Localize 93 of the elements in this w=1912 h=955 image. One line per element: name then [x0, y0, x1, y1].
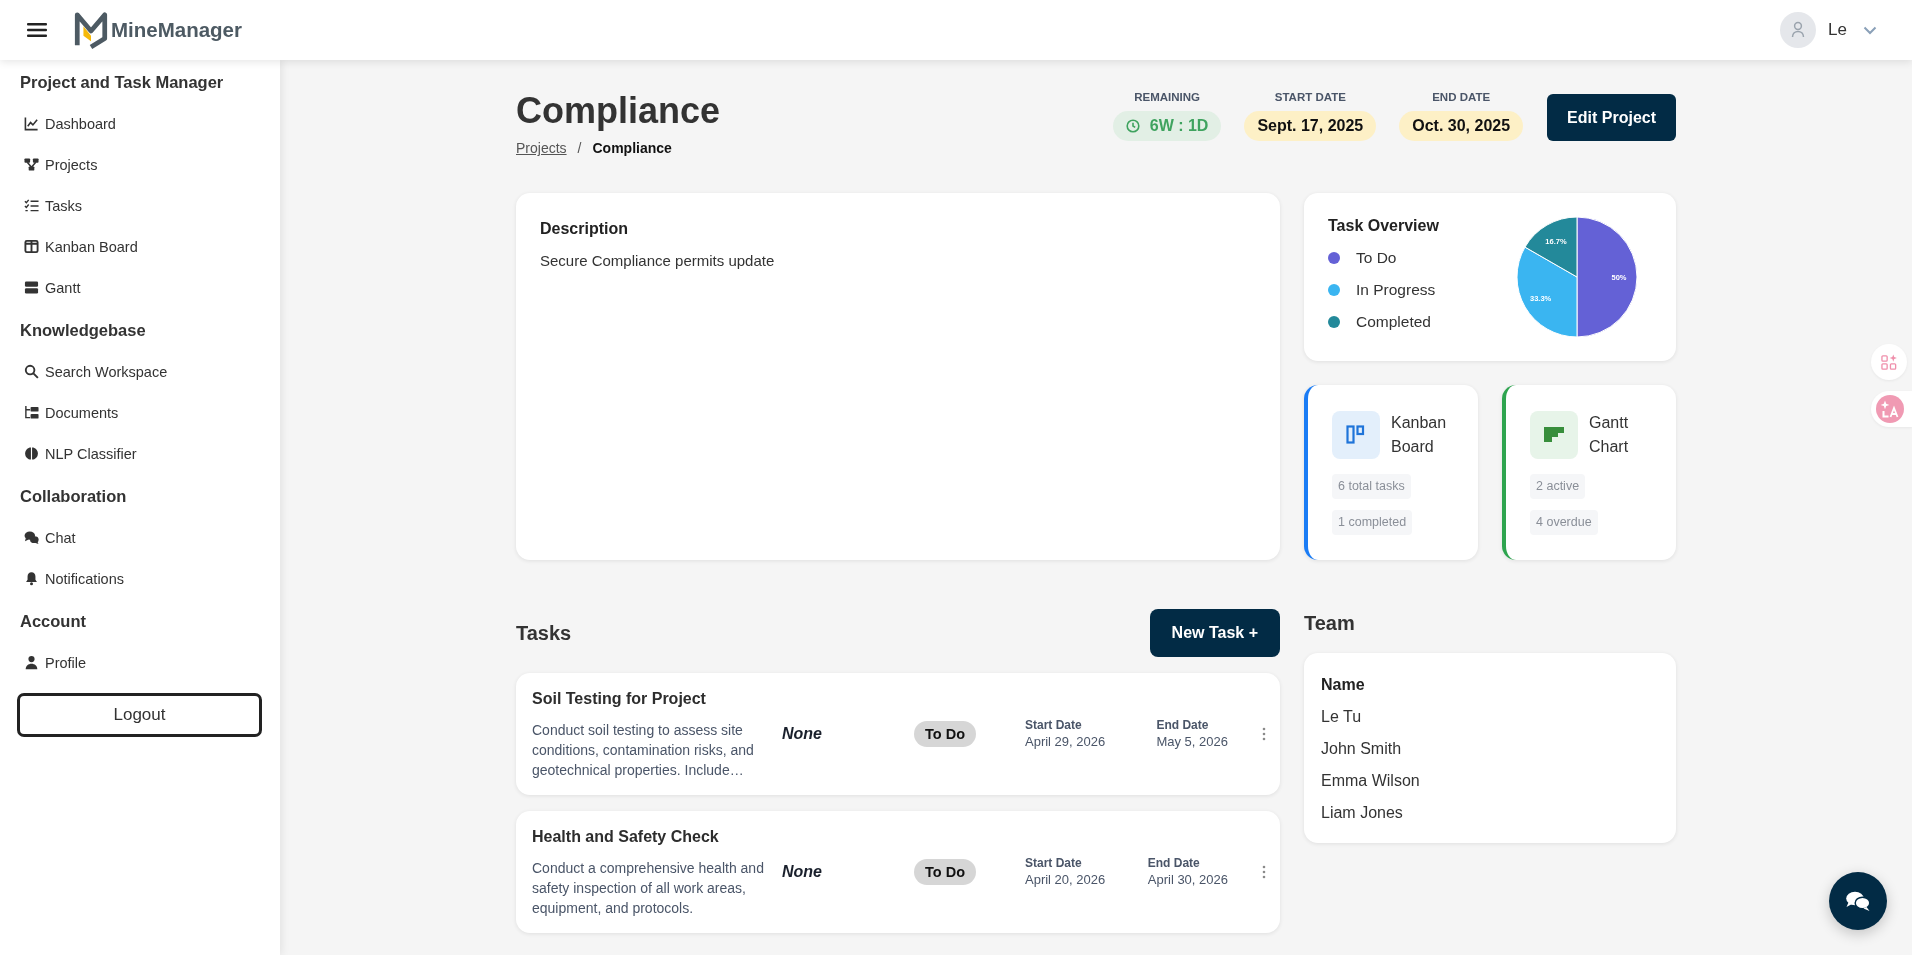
member-name: Emma Wilson — [1321, 771, 1421, 791]
remaining-time-badge: 6W : 1D — [1112, 111, 1222, 141]
count-badge: 6 total tasks — [1332, 474, 1411, 499]
avatar-icon[interactable] — [1780, 12, 1817, 48]
date-label: Start Date — [1025, 856, 1083, 871]
search-icon — [24, 364, 39, 379]
chat-bubbles-icon — [24, 530, 39, 545]
sidebar-item[interactable]: Gantt — [45, 279, 81, 296]
task-title: Soil Testing for Project — [532, 689, 707, 709]
sidebar-item[interactable]: Profile — [45, 654, 87, 671]
breadcrumb-link[interactable]: Projects — [516, 138, 567, 158]
sidebar-section-title: Collaboration — [19, 486, 128, 507]
team-heading: Team — [1304, 611, 1356, 635]
logo-icon — [73, 10, 109, 50]
board-columns-icon — [1332, 411, 1380, 459]
task-field-value: None — [782, 863, 822, 880]
count-badge: 4 overdue — [1530, 510, 1598, 535]
legend-label: Completed — [1356, 313, 1431, 331]
task-title: Health and Safety Check — [532, 827, 720, 847]
steps-icon — [1530, 411, 1578, 459]
legend-label: To Do — [1356, 249, 1397, 267]
quick-card-title: Gantt Chart — [1589, 413, 1630, 457]
count-badge: 2 active — [1530, 474, 1586, 499]
breadcrumb-current: Compliance — [592, 139, 672, 158]
date-value: April 30, 2026 — [1147, 871, 1228, 888]
stat-label: START DATE — [1274, 90, 1346, 104]
diagram-icon — [24, 157, 39, 172]
quick-link-card[interactable]: Kanban Board 6 total tasks 1 completed — [1304, 385, 1478, 560]
translate-icon — [1876, 395, 1904, 423]
sidebar-item[interactable]: Notifications — [45, 570, 124, 587]
date-badge: Oct. 30, 2025 — [1399, 111, 1524, 141]
task-description: Conduct soil testing to assess site conditions, contamination risks, and geotechnical properties. Include… — [532, 721, 755, 780]
chat-button[interactable] — [1829, 872, 1887, 930]
sidebar-section-title: Project and Task Manager — [19, 72, 225, 93]
chart-line-icon — [24, 116, 39, 131]
folder-tree-icon — [24, 405, 39, 420]
date-label: End Date — [1156, 718, 1210, 733]
columns-icon — [24, 239, 39, 254]
status-badge: To Do — [914, 721, 976, 747]
chat-bubbles-icon — [1845, 890, 1871, 912]
legend-label: In Progress — [1356, 281, 1436, 299]
date-value: April 20, 2026 — [1025, 871, 1106, 888]
logout-button[interactable]: Logout — [17, 693, 262, 737]
kebab-menu-icon[interactable] — [1262, 727, 1266, 741]
tasks-heading: Tasks — [516, 621, 572, 645]
sidebar-item[interactable]: Dashboard — [45, 115, 116, 132]
member-name: John Smith — [1321, 739, 1403, 759]
stat-label: REMAINING — [1134, 90, 1200, 104]
clock-icon — [1125, 119, 1140, 133]
sidebar-item[interactable]: Tasks — [45, 197, 83, 214]
bell-icon — [24, 571, 39, 586]
sidebar-section-title: Account — [19, 611, 87, 632]
date-label: End Date — [1147, 856, 1201, 871]
sidebar-item[interactable]: Search Workspace — [45, 363, 168, 380]
sidebar-item[interactable]: Documents — [45, 404, 119, 421]
quick-card-title: Kanban Board — [1391, 413, 1448, 457]
grid-sparkle-icon — [1880, 353, 1898, 371]
translate-button[interactable] — [1871, 391, 1912, 427]
edit-project-button[interactable]: Edit Project — [1547, 94, 1676, 141]
task-field-value: None — [782, 725, 822, 742]
brand-name: MineManager — [111, 18, 242, 42]
user-name[interactable]: Le — [1828, 20, 1847, 40]
status-badge: To Do — [914, 859, 976, 885]
ai-tools-button[interactable] — [1871, 344, 1907, 380]
sidebar-item[interactable]: NLP Classifier — [45, 445, 137, 462]
person-icon — [24, 655, 39, 670]
stacked-bars-icon — [24, 280, 39, 295]
date-badge: Sept. 17, 2025 — [1244, 111, 1377, 141]
split-circle-icon — [24, 446, 39, 461]
member-name: Le Tu — [1321, 707, 1363, 727]
stat-label: END DATE — [1432, 90, 1491, 104]
count-badge: 1 completed — [1332, 510, 1413, 535]
column-header: Name — [1321, 675, 1366, 695]
kebab-menu-icon[interactable] — [1262, 865, 1266, 879]
sidebar-item[interactable]: Chat — [45, 529, 76, 546]
description-title: Description — [540, 219, 629, 239]
task-overview-title: Task Overview — [1328, 216, 1439, 236]
checklist-icon — [24, 198, 39, 213]
breadcrumb-separator: / — [577, 139, 582, 158]
member-name: Liam Jones — [1321, 803, 1404, 823]
sidebar-section-title: Knowledgebase — [19, 320, 147, 341]
date-value: May 5, 2026 — [1156, 733, 1228, 750]
date-label: Start Date — [1025, 718, 1083, 733]
chevron-down-icon[interactable] — [1863, 25, 1877, 35]
task-description: Conduct a comprehensive health and safety inspection of all work areas, equipment, and protocols. — [532, 859, 765, 918]
menu-icon[interactable] — [27, 22, 47, 38]
quick-link-card[interactable]: Gantt Chart 2 active 4 overdue — [1502, 385, 1676, 560]
new-task-button[interactable]: New Task + — [1149, 609, 1280, 657]
sidebar-item[interactable]: Projects — [45, 156, 98, 173]
sidebar-item[interactable]: Kanban Board — [45, 238, 138, 255]
project-title: Compliance — [516, 90, 721, 132]
date-value: April 29, 2026 — [1025, 733, 1106, 750]
description-text: Secure Compliance permits update — [540, 251, 776, 271]
